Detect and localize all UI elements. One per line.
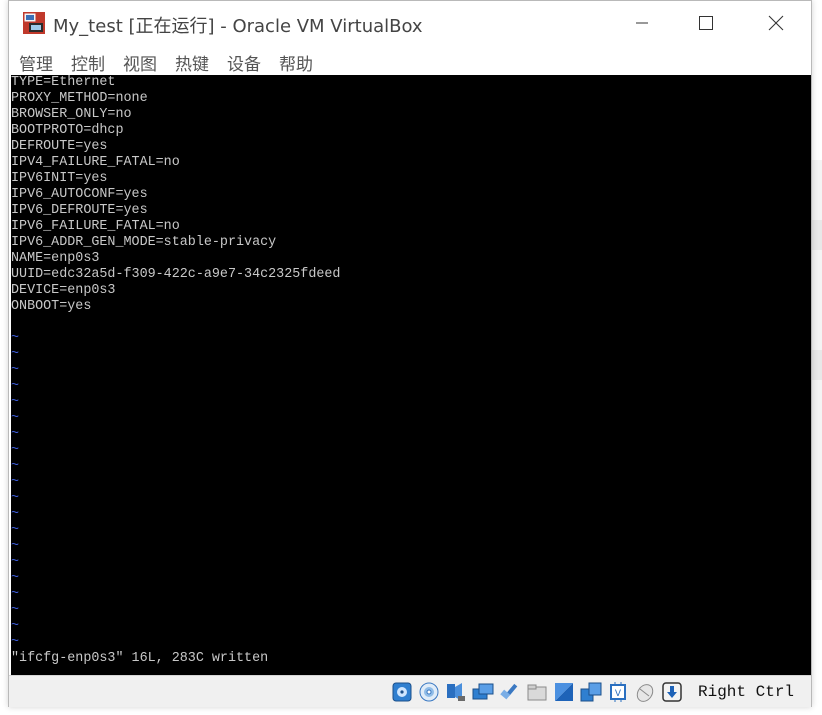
empty-line-marker: ~ [11,331,20,346]
cpu-icon[interactable]: V [607,681,629,703]
config-line: IPV6_ADDR_GEN_MODE=stable-privacy [11,235,277,250]
close-button[interactable] [753,1,799,45]
display-icon[interactable] [553,681,575,703]
menu-devices[interactable]: 设备 [227,50,261,75]
empty-line-marker: ~ [11,619,20,634]
hard-disk-icon[interactable] [391,681,413,703]
optical-drive-icon[interactable] [418,681,440,703]
menu-help[interactable]: 帮助 [279,50,313,75]
empty-line-marker: ~ [11,539,20,554]
config-line: DEVICE=enp0s3 [11,283,116,298]
empty-line-marker: ~ [11,363,20,378]
host-key-label: Right Ctrl [698,683,795,701]
config-line: IPV6INIT=yes [11,171,108,186]
empty-line-marker: ~ [11,379,20,394]
menu-machine[interactable]: 管理 [19,50,53,75]
shared-folders-icon[interactable] [526,681,548,703]
config-line: TYPE=Ethernet [11,75,116,90]
virtualbox-app-icon [23,12,45,34]
vm-status-bar: V Right Ctrl [9,675,811,707]
empty-line-marker: ~ [11,427,20,442]
window-title: My_test [正在运行] - Oracle VM VirtualBox [53,16,423,37]
empty-line-marker: ~ [11,491,20,506]
virtualbox-vm-window: My_test [正在运行] - Oracle VM VirtualBox 管理… [8,0,812,707]
config-line: IPV4_FAILURE_FATAL=no [11,155,180,170]
config-line: IPV6_AUTOCONF=yes [11,187,148,202]
config-line: NAME=enp0s3 [11,251,100,266]
config-line: IPV6_FAILURE_FATAL=no [11,219,180,234]
maximize-icon [699,16,713,30]
close-icon [768,15,784,31]
minimize-icon [636,22,648,24]
editor-status-message: "ifcfg-enp0s3" 16L, 283C written [11,651,269,666]
empty-line-marker: ~ [11,507,20,522]
usb-icon[interactable] [499,681,521,703]
empty-line-marker: ~ [11,603,20,618]
empty-line-marker: ~ [11,395,20,410]
menu-control[interactable]: 控制 [71,50,105,75]
empty-line-marker: ~ [11,459,20,474]
empty-line-marker: ~ [11,523,20,538]
config-line: UUID=edc32a5d-f309-422c-a9e7-34c2325fdee… [11,267,341,282]
network-icon[interactable] [472,681,494,703]
video-capture-icon[interactable] [580,681,602,703]
config-line: ONBOOT=yes [11,299,92,314]
empty-line-marker: ~ [11,475,20,490]
config-line: BOOTPROTO=dhcp [11,123,124,138]
empty-line-marker: ~ [11,411,20,426]
menu-bar: 管理 控制 视图 热键 设备 帮助 [9,45,811,75]
mouse-integration-icon[interactable] [634,681,656,703]
empty-line-marker: ~ [11,571,20,586]
minimize-button[interactable] [619,1,665,45]
svg-text:V: V [615,689,622,699]
menu-hotkeys[interactable]: 热键 [175,50,209,75]
empty-line-marker: ~ [11,587,20,602]
keyboard-capture-icon[interactable] [661,681,683,703]
title-bar: My_test [正在运行] - Oracle VM VirtualBox [9,1,811,45]
audio-icon[interactable] [445,681,467,703]
empty-line-marker: ~ [11,347,20,362]
vm-console-screen[interactable]: TYPE=Ethernet PROXY_METHOD=none BROWSER_… [11,75,811,675]
empty-line-marker: ~ [11,443,20,458]
maximize-button[interactable] [683,1,729,45]
config-line: PROXY_METHOD=none [11,91,148,106]
config-line: DEFROUTE=yes [11,139,108,154]
config-line: BROWSER_ONLY=no [11,107,132,122]
background-window-edge [812,160,822,580]
empty-line-marker: ~ [11,555,20,570]
menu-view[interactable]: 视图 [123,50,157,75]
empty-line-marker: ~ [11,635,20,650]
config-line: IPV6_DEFROUTE=yes [11,203,148,218]
